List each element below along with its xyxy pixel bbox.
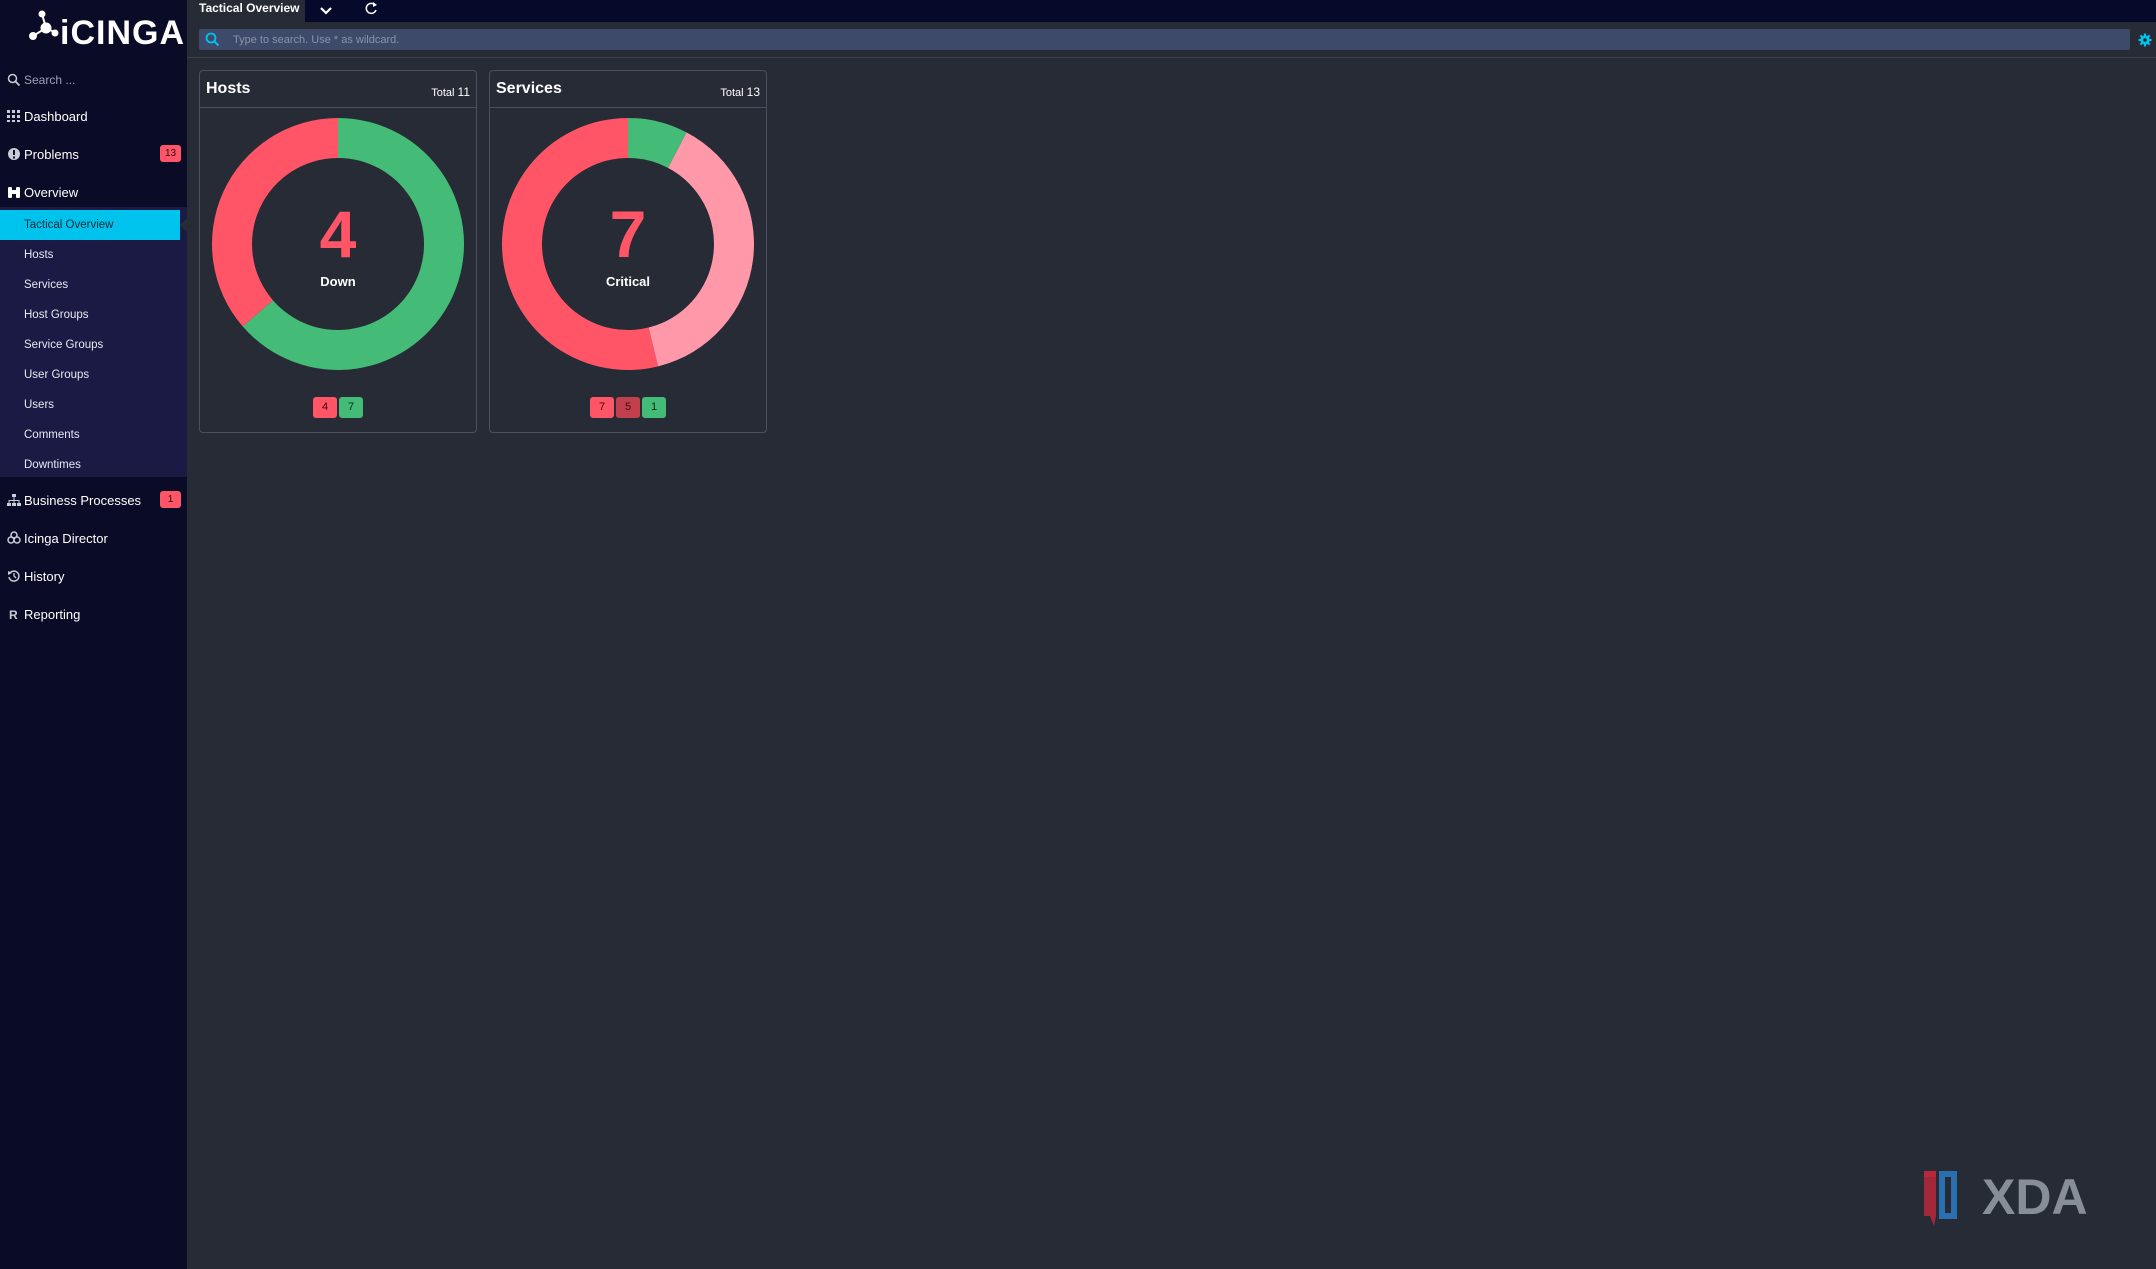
hosts-up-badge[interactable]: 7 [339,397,363,418]
business-processes-count-badge: 1 [160,491,181,508]
total-value: 13 [746,85,760,99]
hosts-card-title[interactable]: Hosts [206,80,250,98]
sidebar-item-label: Icinga Director [24,531,108,546]
sidebar-item-problems[interactable]: Problems 13 [0,137,187,171]
hosts-down-label: Down [320,274,356,289]
xda-watermark-logo: XDA [1924,1170,2088,1226]
sidebar-item-tactical-overview[interactable]: Tactical Overview [0,210,188,240]
total-label: Total [720,87,744,99]
submenu-label: Downtimes [24,459,81,471]
hosts-card-header: Hosts Total 11 [200,71,476,108]
submenu-label: Comments [24,429,80,441]
services-card: Services Total 13 7 Critical 751 [489,70,767,433]
problems-icon [8,148,20,160]
total-value: 11 [457,85,470,99]
hosts-state-badges: 47 [200,397,476,418]
sidebar-item-business-processes[interactable]: Business Processes 1 [0,483,187,517]
sidebar-item-history[interactable]: History [0,559,187,593]
sidebar-item-service-groups[interactable]: Service Groups [0,330,187,360]
submenu-label: Tactical Overview [24,219,114,231]
sidebar: iCINGA Search ... Dashboard Problems 13 … [0,0,188,1269]
search-input[interactable] [233,29,2113,50]
services-total: Total 13 [720,85,760,99]
sidebar-item-users[interactable]: Users [0,390,187,420]
sidebar-item-label: Overview [24,185,79,200]
chevron-down-icon[interactable] [317,2,335,20]
svg-text:R: R [9,608,18,621]
main-search-bar [199,29,2130,50]
services-critical-badge[interactable]: 7 [590,397,614,418]
hosts-card: Hosts Total 11 4 Down 47 [199,70,477,433]
hosts-down-badge[interactable]: 4 [313,397,337,418]
submenu-label: Users [24,399,55,411]
services-card-title[interactable]: Services [496,80,562,98]
sidebar-item-comments[interactable]: Comments [0,420,187,450]
services-critical-handled-badge[interactable]: 5 [616,397,640,418]
submenu-label: User Groups [24,369,90,381]
submenu-label: Service Groups [24,339,104,351]
sidebar-item-hosts[interactable]: Hosts [0,240,187,270]
sidebar-item-reporting[interactable]: R Reporting [0,597,187,631]
sidebar-item-dashboard[interactable]: Dashboard [0,99,187,133]
overview-submenu: Tactical Overview Hosts Services Host Gr… [0,207,188,480]
search-icon [7,73,21,87]
gear-icon[interactable] [2138,33,2152,47]
binoculars-icon [8,187,20,198]
top-bar: Tactical Overview [187,0,2156,22]
sidebar-item-user-groups[interactable]: User Groups [0,360,187,390]
search-icon [205,32,220,47]
hosts-total: Total 11 [431,85,470,99]
director-icon [7,531,21,544]
services-state-badges: 751 [490,397,766,418]
total-label: Total [431,87,455,99]
services-critical-count: 7 [609,197,647,271]
sidebar-item-label: History [24,569,65,584]
svg-text:XDA: XDA [1982,1170,2088,1225]
sidebar-item-downtimes[interactable]: Downtimes [0,450,187,480]
sidebar-item-label: Reporting [24,607,81,622]
sidebar-search[interactable]: Search ... [0,70,187,92]
submenu-label: Hosts [24,249,54,261]
submenu-label: Host Groups [24,309,89,321]
services-critical-label: Critical [605,274,651,289]
services-card-header: Services Total 13 [490,71,766,108]
sidebar-search-placeholder: Search ... [24,73,76,87]
services-ok-badge[interactable]: 1 [642,397,666,418]
reporting-icon: R [9,608,18,621]
sidebar-item-host-groups[interactable]: Host Groups [0,300,187,330]
sidebar-item-label: Dashboard [24,109,88,124]
hosts-down-count: 4 [319,197,357,271]
problems-count-badge: 13 [160,145,181,162]
history-icon [8,570,20,582]
sidebar-item-label: Business Processes [24,493,142,508]
tab-tactical-overview[interactable]: Tactical Overview [187,0,305,22]
icinga-logo-text: iCINGA [60,14,185,52]
sidebar-item-overview[interactable]: Overview [0,175,187,209]
sidebar-item-label: Problems [24,147,79,162]
sitemap-icon [7,494,21,506]
header-divider [187,57,2156,58]
sidebar-item-services[interactable]: Services [0,270,187,300]
refresh-icon[interactable] [362,0,380,18]
dashboard-icon [7,110,20,122]
submenu-label: Services [24,279,69,291]
sidebar-item-icinga-director[interactable]: Icinga Director [0,521,187,555]
